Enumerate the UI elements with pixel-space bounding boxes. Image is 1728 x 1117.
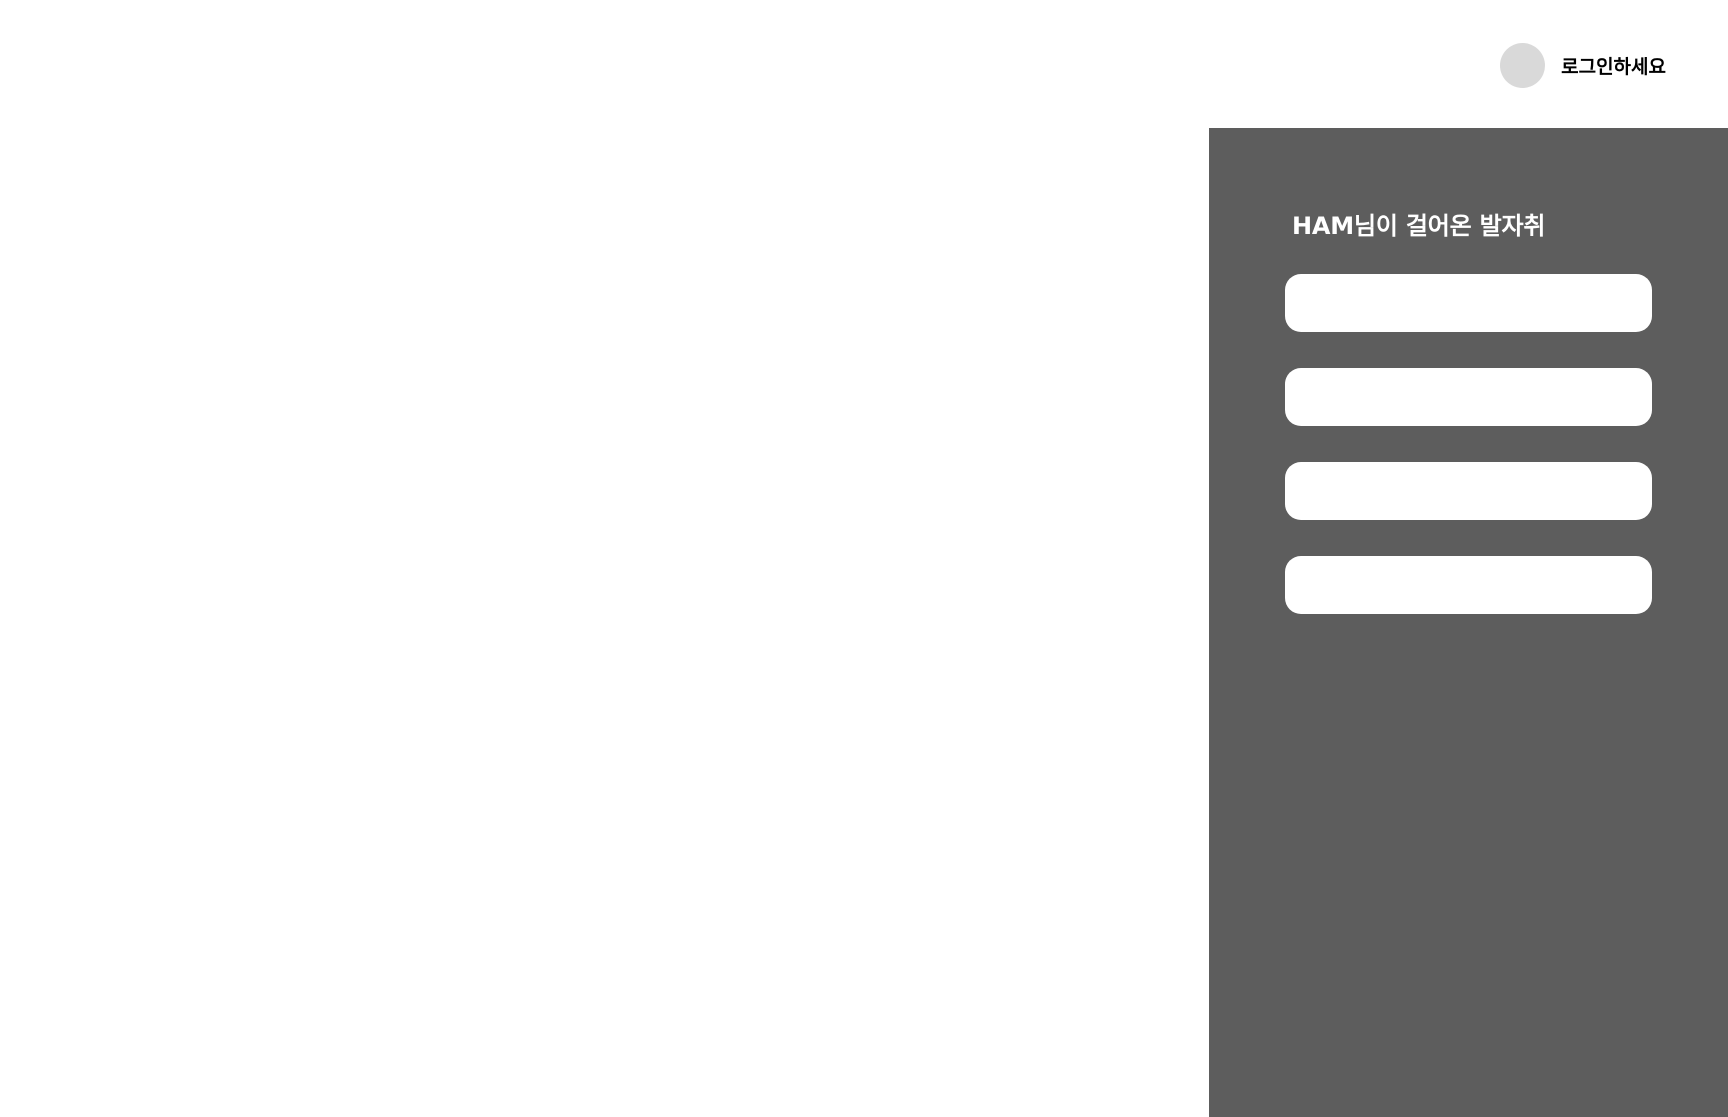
login-label[interactable]: 로그인하세요 xyxy=(1561,52,1666,79)
walk-history-list xyxy=(1285,274,1652,650)
login-button[interactable]: 로그인하세요 xyxy=(1500,43,1666,88)
walk-history-item[interactable] xyxy=(1285,462,1652,520)
walk-history-item[interactable] xyxy=(1285,368,1652,426)
avatar[interactable] xyxy=(1500,43,1546,88)
top-header: 로그인하세요 xyxy=(0,0,1728,128)
walk-history-panel: HAM님이 걸어온 발자취 xyxy=(1209,128,1728,1117)
walk-history-title: HAM님이 걸어온 발자취 xyxy=(1292,212,1546,240)
walk-history-item[interactable] xyxy=(1285,274,1652,332)
page: 로그인하세요 HAM님이 걸어온 발자취 xyxy=(0,0,1728,1117)
walk-history-item[interactable] xyxy=(1285,556,1652,614)
